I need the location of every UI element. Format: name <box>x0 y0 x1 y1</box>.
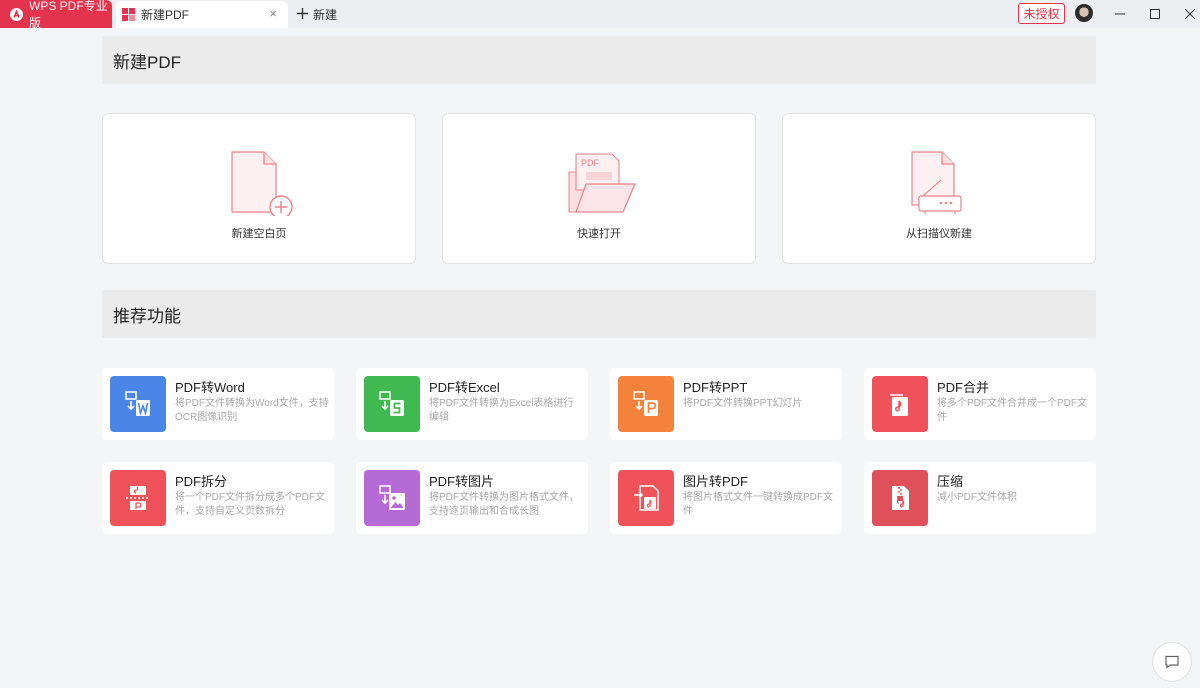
minimize-button[interactable] <box>1102 0 1138 28</box>
card-label: 从扫描仪新建 <box>906 228 972 240</box>
app-name: WPS PDF专业版 <box>29 0 108 30</box>
scanner-create-card[interactable]: 从扫描仪新建 <box>782 113 1096 264</box>
card-label: 新建空白页 <box>231 228 287 240</box>
feature-desc: 将一个PDF文件拆分成多个PDF文件，支持自定义页数拆分 <box>175 492 325 517</box>
feature-title: PDF拆分 <box>175 474 228 489</box>
feedback-button[interactable] <box>1152 642 1192 682</box>
new-tab-label: 新建 <box>313 7 338 22</box>
feature-title: PDF转Word <box>175 380 245 395</box>
pdf-icon-text: PDF <box>581 158 600 168</box>
blank-page-plus-icon <box>219 150 299 219</box>
tab-label: 新建PDF <box>141 8 190 22</box>
pdf-merge-icon <box>872 376 928 432</box>
section-features-header: 推荐功能 <box>102 290 1096 338</box>
minimize-icon <box>1115 13 1125 15</box>
section-new-pdf-header: 新建PDF <box>102 36 1096 84</box>
maximize-button[interactable] <box>1137 0 1173 28</box>
chat-icon <box>1165 655 1179 669</box>
card-label: 快速打开 <box>577 228 621 240</box>
compress-icon <box>872 470 928 526</box>
feature-desc: 将PDF文件转换PPT幻灯片 <box>683 398 803 409</box>
open-folder-icon: PDF <box>559 150 639 216</box>
feature-title: PDF转Excel <box>429 380 500 395</box>
feature-desc: 将PDF文件转换为Word文件，支持OCR图像识别 <box>175 398 329 423</box>
image-to-pdf-icon <box>618 470 674 526</box>
scanner-icon <box>899 150 979 216</box>
pdf-to-image-icon <box>364 470 420 526</box>
close-icon[interactable]: × <box>266 7 280 21</box>
feature-desc: 将PDF文件转换为图片格式文件，支持逐页输出和合成长图 <box>429 492 579 517</box>
feature-pdf-to-word[interactable]: PDF转Word 将PDF文件转换为Word文件，支持OCR图像识别 <box>102 368 334 440</box>
feature-desc: 减小PDF文件体积 <box>937 492 1017 503</box>
section-title: 新建PDF <box>113 52 181 72</box>
create-blank-page-card[interactable]: 新建空白页 <box>102 113 416 264</box>
feature-title: PDF转PPT <box>683 380 748 395</box>
feature-desc: 将图片格式文件一键转换成PDF文件 <box>683 492 833 517</box>
quick-open-card[interactable]: PDF 快速打开 <box>442 113 756 264</box>
feature-title: 压缩 <box>937 474 964 489</box>
avatar[interactable] <box>1075 4 1093 22</box>
pdf-to-excel-icon <box>364 376 420 432</box>
app-tab[interactable]: WPS PDF专业版 <box>0 0 112 30</box>
pdf-tab-icon <box>122 8 135 21</box>
feature-pdf-to-image[interactable]: PDF转图片 将PDF文件转换为图片格式文件，支持逐页输出和合成长图 <box>356 462 588 534</box>
feature-pdf-to-excel[interactable]: PDF转Excel 将PDF文件转换为Excel表格进行编辑 <box>356 368 588 440</box>
feature-desc: 将多个PDF文件合并成一个PDF文件 <box>937 398 1087 423</box>
feature-pdf-merge[interactable]: PDF合并 将多个PDF文件合并成一个PDF文件 <box>864 368 1096 440</box>
feature-desc: 将PDF文件转换为Excel表格进行编辑 <box>429 398 574 423</box>
window-close-icon <box>1185 9 1195 19</box>
pdf-to-word-icon <box>110 376 166 432</box>
title-bar: WPS PDF专业版 新建PDF × 新建 未授权 <box>0 0 1200 30</box>
feature-pdf-to-ppt[interactable]: PDF转PPT 将PDF文件转换PPT幻灯片 <box>610 368 842 440</box>
feature-title: 图片转PDF <box>683 474 749 489</box>
feature-pdf-split[interactable]: PDF拆分 将一个PDF文件拆分成多个PDF文件，支持自定义页数拆分 <box>102 462 334 534</box>
unauthorized-badge[interactable]: 未授权 <box>1018 3 1065 24</box>
feature-title: PDF合并 <box>937 380 990 395</box>
feature-compress[interactable]: 压缩 减小PDF文件体积 <box>864 462 1096 534</box>
feature-image-to-pdf[interactable]: 图片转PDF 将图片格式文件一键转换成PDF文件 <box>610 462 842 534</box>
window-close-button[interactable] <box>1172 0 1200 28</box>
tab-new-pdf[interactable]: 新建PDF × <box>116 1 288 28</box>
section-title: 推荐功能 <box>113 306 181 326</box>
feature-title: PDF转图片 <box>429 474 495 489</box>
pdf-split-icon <box>110 470 166 526</box>
new-tab-button[interactable]: 新建 <box>296 0 337 28</box>
maximize-icon <box>1150 9 1160 19</box>
pdf-to-ppt-icon <box>618 376 674 432</box>
wps-pdf-logo-icon <box>10 7 23 21</box>
plus-icon <box>296 5 309 23</box>
